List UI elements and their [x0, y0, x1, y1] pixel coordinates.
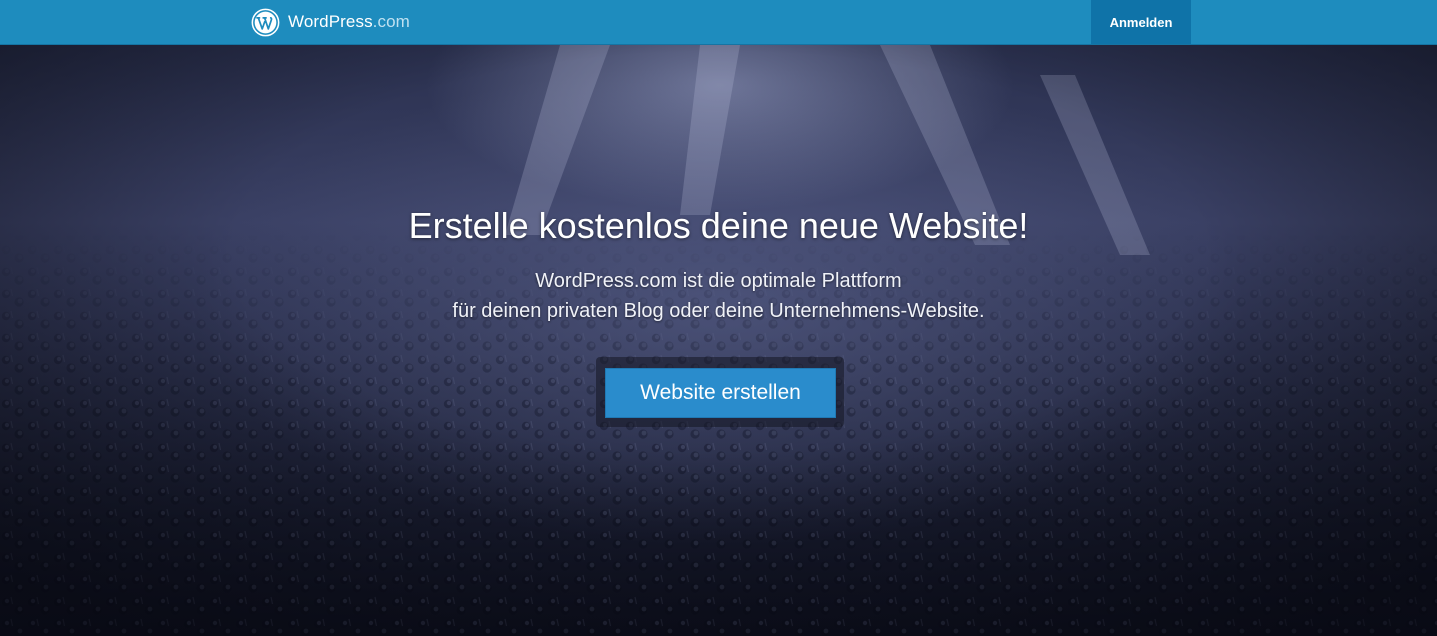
brand-tld: .com	[372, 12, 410, 31]
hero-subheadline-line-1: WordPress.com ist die optimale Plattform	[535, 270, 902, 292]
hero-section: Erstelle kostenlos deine neue Website! W…	[0, 45, 1437, 636]
wordpress-logo-icon	[251, 8, 280, 36]
create-website-button[interactable]: Website erstellen	[605, 368, 836, 418]
login-button[interactable]: Anmelden	[1091, 0, 1191, 44]
brand-home-link[interactable]: WordPress.com	[251, 7, 410, 37]
hero-subheadline-line-2: für deinen privaten Blog oder deine Unte…	[452, 300, 985, 322]
hero-headline: Erstelle kostenlos deine neue Website!	[408, 205, 1029, 246]
brand-name: WordPress	[288, 12, 373, 31]
top-navigation-bar: WordPress.com Anmelden	[0, 0, 1437, 45]
brand-wordmark: WordPress.com	[288, 12, 410, 32]
hero-content: Erstelle kostenlos deine neue Website! W…	[0, 45, 1437, 636]
